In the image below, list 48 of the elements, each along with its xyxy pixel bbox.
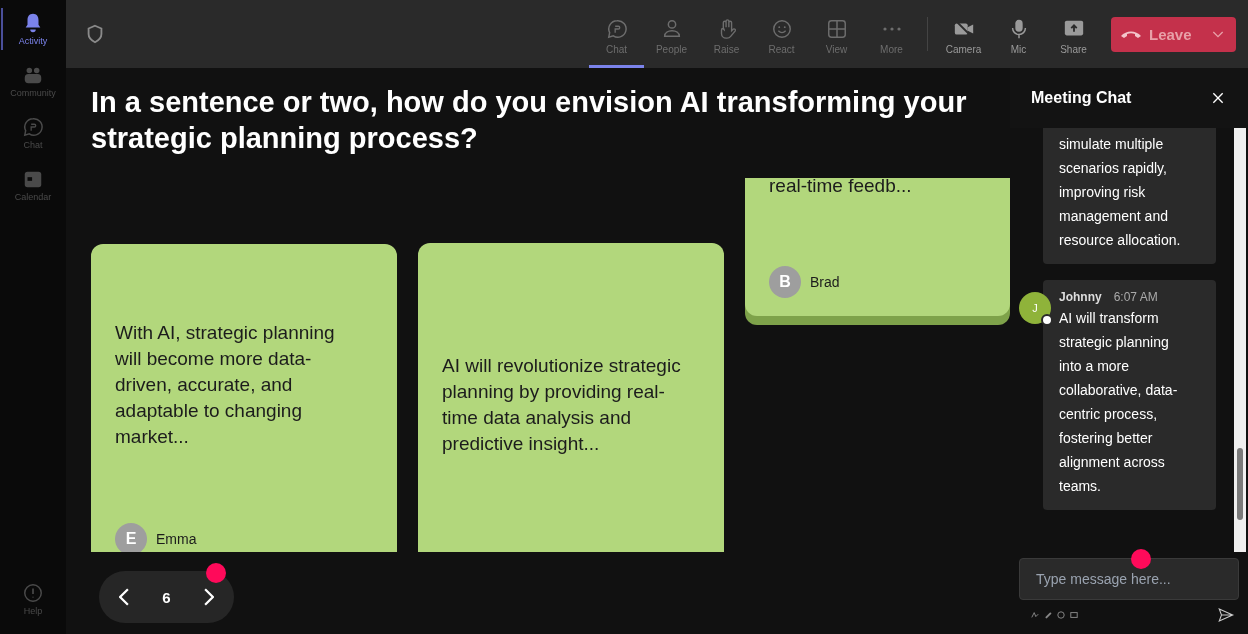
message-text: AI will transform strategic planning into a more collaborative, data-centric process, fostering better alignment across teams. bbox=[1059, 309, 1179, 496]
toolbar-button[interactable]: More bbox=[864, 0, 919, 68]
grid-icon bbox=[825, 18, 848, 40]
chevron-left-icon bbox=[119, 588, 130, 606]
sidebar-item[interactable]: Community bbox=[1, 60, 65, 102]
message-time: 6:07 AM bbox=[1113, 290, 1158, 304]
send-icon[interactable] bbox=[1217, 606, 1235, 624]
more-icon bbox=[882, 27, 901, 31]
toolbar-button[interactable]: React bbox=[754, 0, 809, 68]
leave-label: Leave bbox=[1149, 25, 1193, 43]
avatar-initial: E bbox=[115, 523, 147, 552]
card-text: With AI, strategic planning will become more data-driven, accurate, and adaptable to changing market... bbox=[115, 321, 336, 449]
toolbar-button[interactable]: Share bbox=[1046, 0, 1101, 68]
chat-icon bbox=[22, 116, 44, 138]
attach-icon[interactable] bbox=[1044, 611, 1052, 619]
author-name: Emma bbox=[156, 531, 197, 547]
toolbar-button[interactable]: Chat bbox=[589, 0, 644, 68]
author-name: Brad bbox=[810, 274, 840, 290]
gif-icon[interactable] bbox=[1070, 611, 1078, 619]
phone-hangup-icon bbox=[1121, 30, 1141, 38]
toolbar-button[interactable]: People bbox=[644, 0, 699, 68]
question-title: In a sentence or two, how do you envision AI transforming your strategic planning process? bbox=[91, 85, 968, 156]
chevron-right-icon bbox=[203, 588, 214, 606]
toolbar-button[interactable]: Mic bbox=[991, 0, 1046, 68]
message-text: simulate multiple scenarios rapidly, improving risk management and resource allocation. bbox=[1059, 135, 1182, 250]
card-text: real-time feedb... bbox=[769, 178, 913, 198]
message-input[interactable]: Type message here... bbox=[1019, 558, 1239, 600]
toolbar-button[interactable]: View bbox=[809, 0, 864, 68]
page-number: 6 bbox=[162, 588, 171, 606]
sender-name: Johnny bbox=[1059, 290, 1102, 304]
marker-dot bbox=[206, 563, 226, 583]
leave-button[interactable]: Leave bbox=[1111, 16, 1236, 52]
scrollbar[interactable] bbox=[1234, 128, 1246, 552]
smiley-icon bbox=[770, 18, 793, 40]
chat-icon bbox=[605, 18, 628, 40]
toolbar-button[interactable]: Camera bbox=[936, 0, 991, 68]
chat-title: Meeting Chat bbox=[1031, 89, 1132, 107]
response-card[interactable]: AI will revolutionize strategic planning by providing real-time data analysis and predictive insight... bbox=[418, 243, 724, 552]
format-icon[interactable] bbox=[1031, 611, 1039, 619]
avatar-initial: B bbox=[769, 266, 801, 298]
emoji-icon[interactable] bbox=[1057, 611, 1065, 619]
close-button[interactable] bbox=[1210, 90, 1226, 106]
card-text: AI will revolutionize strategic planning by providing real-time data analysis and predictive insight... bbox=[442, 354, 682, 456]
response-card[interactable]: With AI, strategic planning will become more data-driven, accurate, and adaptable to changing market... E Emma bbox=[91, 244, 397, 552]
help-icon bbox=[22, 582, 44, 604]
sidebar-item[interactable]: Activity bbox=[1, 8, 65, 50]
user-avatar: J bbox=[1019, 292, 1051, 324]
toolbar-button[interactable]: Raise bbox=[699, 0, 754, 68]
